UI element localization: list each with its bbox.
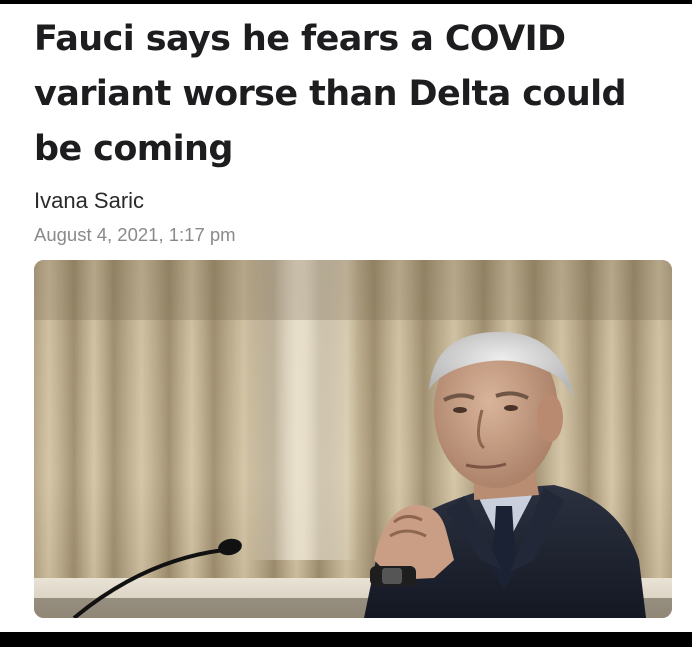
man-in-suit-at-microphone-icon [34,260,672,618]
article-timestamp: August 4, 2021, 1:17 pm [34,224,236,245]
article-photo[interactable] [34,260,672,618]
article-author[interactable]: Ivana Saric [34,188,144,214]
article-headline[interactable]: Fauci says he fears a COVID variant wors… [34,12,674,177]
article-card: Fauci says he fears a COVID variant wors… [0,4,692,632]
